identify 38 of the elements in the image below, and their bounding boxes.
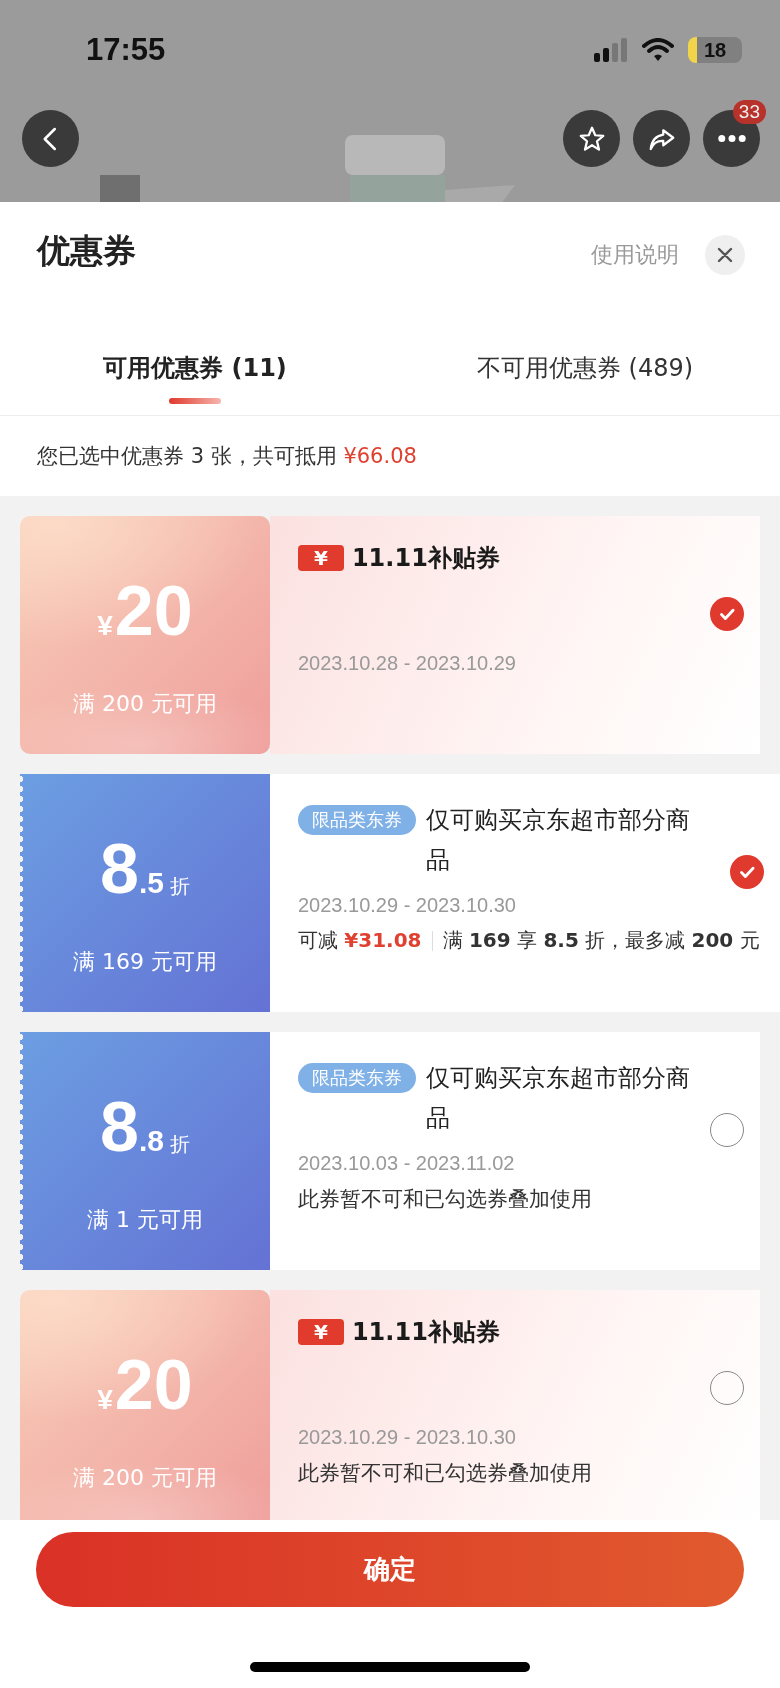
saving-text: 可减 ¥31.08 <box>298 927 422 954</box>
coupon-description: 仅可购买京东超市部分商品 <box>426 805 691 876</box>
coupon-discount: 8.5 折 <box>100 834 190 904</box>
close-button[interactable] <box>705 235 745 275</box>
close-icon <box>715 245 735 265</box>
validity-dates: 2023.10.28 - 2023.10.29 <box>298 652 517 675</box>
coupon-condition: 满 200 元可用 <box>73 690 217 718</box>
wifi-icon <box>642 38 674 62</box>
selection-summary: 您已选中优惠券 3 张，共可抵用 ¥66.08 <box>37 443 417 470</box>
battery-level-text: 18 <box>703 38 727 62</box>
sheet-title: 优惠券 <box>37 229 137 272</box>
status-time: 17:55 <box>86 32 166 68</box>
coupon-condition: 满 1 元可用 <box>87 1206 203 1234</box>
coupon-condition: 满 169 元可用 <box>73 948 217 976</box>
ticket-badge: ¥ <box>298 545 344 571</box>
category-tag: 限品类东券 <box>298 1063 416 1093</box>
coupon-title: 11.11补贴券 <box>351 1317 500 1348</box>
checkbox[interactable] <box>710 597 744 631</box>
stacking-note: 此券暂不可和已勾选券叠加使用 <box>298 1186 592 1213</box>
coupon-title: 11.11补贴券 <box>351 543 500 574</box>
coupon-description: 仅可购买京东超市部分商品 <box>426 1063 691 1134</box>
signal-icon <box>594 38 628 62</box>
validity-dates: 2023.10.29 - 2023.10.30 <box>298 1426 517 1449</box>
tab[interactable]: 不可用优惠券 (489) <box>390 300 780 415</box>
tab[interactable]: 可用优惠券 (11) <box>0 300 390 415</box>
category-tag: 限品类东券 <box>298 805 416 835</box>
discount-rule: 满 169 享 8.5 折，最多减 200 元 <box>442 927 760 954</box>
stacking-note: 此券暂不可和已勾选券叠加使用 <box>298 1460 592 1487</box>
coupon-discount: 8.8 折 <box>100 1092 190 1162</box>
coupon-condition: 满 200 元可用 <box>73 1464 217 1492</box>
more-dots-icon <box>717 135 746 142</box>
validity-dates: 2023.10.03 - 2023.11.02 <box>298 1152 516 1175</box>
checkbox[interactable] <box>729 855 764 889</box>
coupon-amount: ¥20 <box>97 1350 193 1420</box>
coupon-amount: ¥20 <box>97 576 193 646</box>
validity-dates: 2023.10.29 - 2023.10.30 <box>298 894 517 917</box>
ticket-badge: ¥ <box>298 1319 344 1345</box>
confirm-button[interactable]: 确定 <box>36 1532 744 1607</box>
